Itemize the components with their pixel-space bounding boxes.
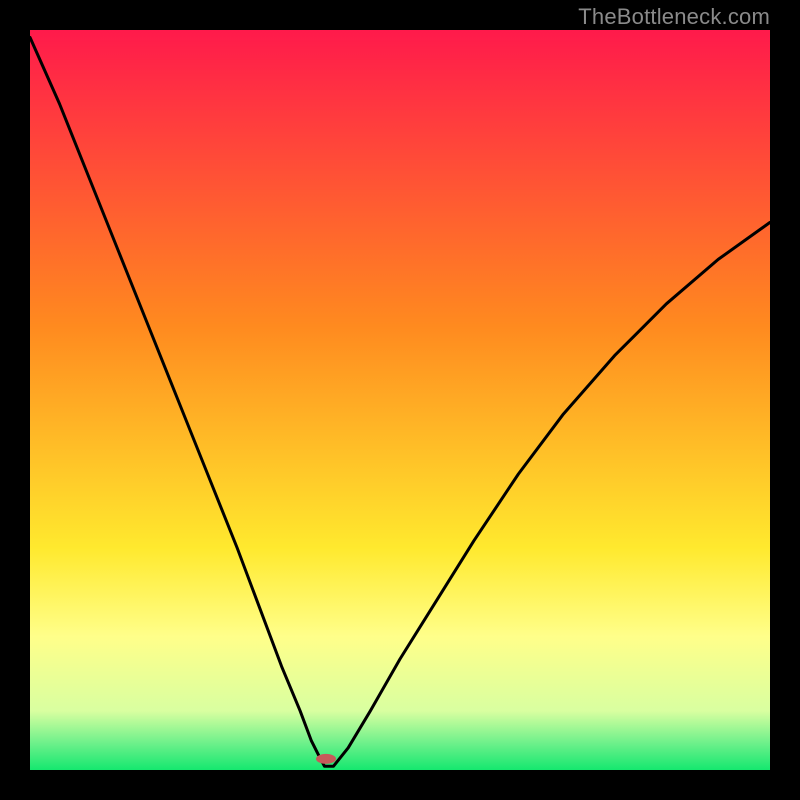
- watermark-text: TheBottleneck.com: [578, 4, 770, 30]
- chart-frame: TheBottleneck.com: [0, 0, 800, 800]
- plot-area: [30, 30, 770, 770]
- optimal-point-marker: [316, 754, 336, 764]
- chart-svg: [30, 30, 770, 770]
